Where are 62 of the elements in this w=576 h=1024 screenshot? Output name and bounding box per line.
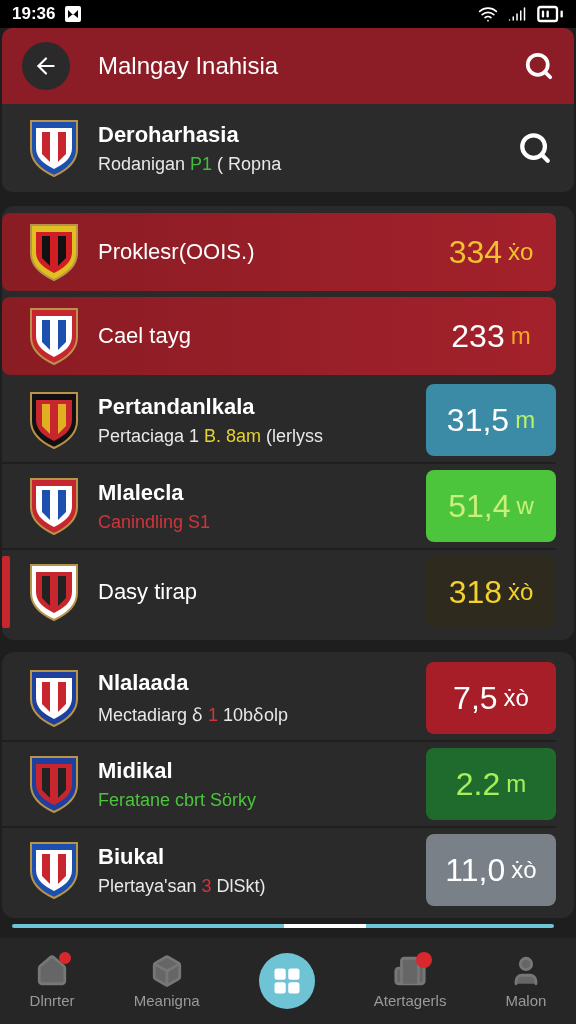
club-name: Nlalaada [98,670,190,696]
nav-tab[interactable]: Meanigna [133,953,200,1009]
search-icon [518,131,552,165]
unit-text: ẋò [508,578,534,606]
club-row[interactable]: Biukal Plertaya'san 3 DlSkt) 11,0 ẋò [2,828,556,912]
nav-tab[interactable]: Dlnrter [29,953,75,1009]
unit-text: m [515,406,536,434]
club-name: Pertandanlkala [98,393,256,420]
club-crest-icon [28,118,80,178]
club-subtitle: Canindling S1 [98,511,212,533]
club-row[interactable]: Dasy tirap 318 ẋò [2,550,556,634]
value-text: 51,4 [448,487,511,525]
club-crest-icon [28,840,80,900]
club-subtitle: Plertaya'san 3 DlSkt) [98,875,267,897]
club-crest-icon [28,562,80,622]
club-row[interactable]: Pertandanlkala Pertaciaga 1 B. 8am (lerlyss 31,5 m [2,378,556,464]
club-name: Cael tayg [98,323,192,349]
page-title: Malngay Inahisia [98,52,280,80]
value-text: 233 [451,317,505,355]
value-text: 2.2 [455,765,501,803]
club-crest-icon [28,222,80,282]
search-icon [524,51,554,81]
club-row[interactable]: Proklesr(OOIS.) 334 ẋo [2,213,556,291]
unit-text: ẋò [511,856,537,884]
value-text: 334 [448,233,502,271]
unit-text: w [516,492,534,520]
club-name: Mlalecla [98,479,185,506]
nav-tab[interactable]: Atertagerls [373,953,447,1009]
signal-icon [508,5,526,23]
club-name: Biukal [98,843,166,870]
nav-tab[interactable]: Malon [505,953,547,1009]
status-time: 19:36 [12,4,56,24]
club-crest-icon [28,390,80,450]
value-text: 318 [448,573,502,611]
search-button[interactable] [524,51,554,81]
club-subtitle: Feratane cbrt Sörky [98,789,258,811]
profile-subtitle: Rodanigan P1 ( Ropna [98,153,283,175]
club-subtitle: Mectadiarg ẟ 1 10bẟolp [98,704,290,726]
club-name: Dasy tirap [98,579,199,605]
unit-text: m [510,322,531,350]
search-button[interactable] [518,131,552,165]
club-row[interactable]: Cael tayg 233 m [2,297,556,375]
unit-text: ẋò [503,684,529,712]
value-text: 7,5 [453,679,498,717]
unit-text: ẋo [508,238,534,266]
club-crest-icon [28,306,80,366]
value-text: 11,0 [445,851,506,889]
wifi-icon [478,4,498,24]
value-text: 31,5 [446,401,510,439]
club-row[interactable]: Nlalaada Mectadiarg ẟ 1 10bẟolp 7,5 ẋò [2,656,556,742]
club-subtitle: Pertaciaga 1 B. 8am (lerlyss [98,425,325,447]
unit-text: m [506,770,527,798]
club-row[interactable]: Mlalecla Canindling S1 51,4 w [2,464,556,550]
club-name: Midikal [98,757,174,784]
club-crest-icon [28,668,80,728]
back-button[interactable] [22,42,70,90]
club-name: Proklesr(OOIS.) [98,239,256,265]
profile-name: Deroharhasia [98,121,240,148]
notification-icon [65,6,82,22]
club-crest-icon [28,476,80,536]
club-row[interactable]: Midikal Feratane cbrt Sörky 2.2 m [2,742,556,828]
club-crest-icon [28,754,80,814]
